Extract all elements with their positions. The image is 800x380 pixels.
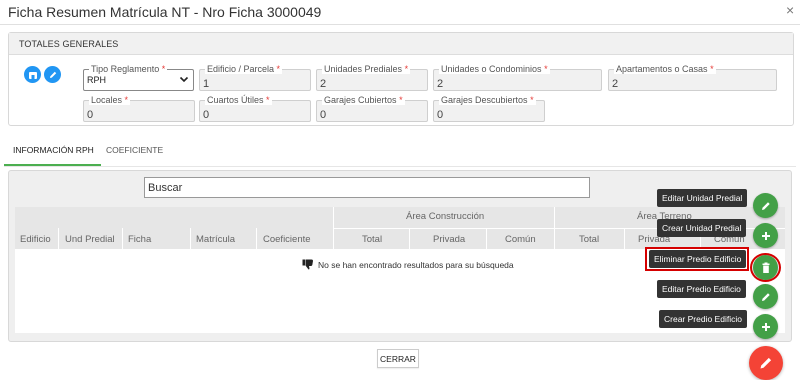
garajes-descubiertos-field[interactable]: Garajes Descubiertos * 0: [433, 95, 545, 122]
card-title: TOTALES GENERALES: [19, 39, 119, 49]
cerrar-button[interactable]: CERRAR: [377, 349, 419, 368]
col-terreno-total[interactable]: Total: [579, 234, 599, 245]
card-header: TOTALES GENERALES: [9, 33, 793, 55]
tooltip-editar-unidad: Editar Unidad Predial: [657, 189, 748, 207]
col-matricula[interactable]: Matrícula: [196, 234, 235, 245]
tooltip-highlight: [645, 247, 749, 271]
editar-unidad-predial-button[interactable]: [753, 193, 778, 218]
button-highlight: [750, 253, 781, 282]
tab-informacion-rph[interactable]: INFORMACIÓN RPH: [13, 145, 94, 155]
col-construccion-total[interactable]: Total: [362, 234, 382, 245]
search-input[interactable]: [145, 178, 589, 198]
chevron-down-icon: [179, 76, 189, 83]
home-icon: [28, 71, 37, 79]
main-actions-fab[interactable]: [749, 346, 783, 380]
tooltip-crear-unidad: Crear Unidad Predial: [657, 219, 747, 237]
title-divider: [0, 24, 800, 25]
tab-coeficiente[interactable]: COEFICIENTE: [106, 145, 163, 155]
col-und-predial[interactable]: Und Predial: [65, 234, 115, 245]
tabs-divider: [4, 166, 796, 167]
unidades-prediales-field[interactable]: Unidades Prediales * 2: [316, 64, 428, 91]
tipo-reglamento-select[interactable]: Tipo Reglamento * RPH: [83, 64, 194, 91]
pencil-icon: [761, 201, 770, 210]
crear-predio-edificio-button[interactable]: [753, 314, 778, 339]
empty-message: No se han encontrado resultados para su …: [302, 259, 514, 270]
close-icon[interactable]: ×: [786, 2, 794, 18]
col-ficha[interactable]: Ficha: [128, 234, 151, 245]
tooltip-editar-predio: Editar Predio Edificio: [657, 280, 746, 298]
garajes-cubiertos-field[interactable]: Garajes Cubiertos * 0: [316, 95, 428, 122]
home-button[interactable]: [24, 66, 41, 83]
col-edificio[interactable]: Edificio: [20, 234, 51, 245]
col-coeficiente[interactable]: Coeficiente: [263, 234, 311, 245]
pencil-icon: [760, 357, 772, 369]
plus-icon: [761, 322, 770, 331]
pencil-icon: [761, 292, 770, 301]
apartamentos-casas-field[interactable]: Apartamentos o Casas * 2: [608, 64, 777, 91]
edit-totales-button[interactable]: [44, 66, 61, 83]
tooltip-crear-predio: Crear Predio Edificio: [659, 310, 747, 328]
unidades-condominios-field[interactable]: Unidades o Condominios * 2: [433, 64, 602, 91]
group-area-construccion: Área Construcción: [406, 211, 485, 222]
locales-field[interactable]: Locales * 0: [83, 95, 195, 122]
cuartos-utiles-field[interactable]: Cuartos Útiles * 0: [199, 95, 311, 122]
dialog-title: Ficha Resumen Matrícula NT - Nro Ficha 3…: [8, 4, 322, 20]
pencil-icon: [49, 71, 56, 78]
dialog: Ficha Resumen Matrícula NT - Nro Ficha 3…: [0, 0, 800, 380]
thumbs-down-icon: [302, 259, 313, 270]
col-construccion-privada[interactable]: Privada: [433, 234, 465, 245]
search-box[interactable]: [144, 177, 590, 198]
tipo-reglamento-value: RPH: [87, 75, 107, 85]
crear-unidad-predial-button[interactable]: [753, 223, 778, 248]
edificio-parcela-field[interactable]: Edificio / Parcela * 1: [199, 64, 311, 91]
col-construccion-comun[interactable]: Común: [505, 234, 536, 245]
plus-icon: [761, 231, 770, 240]
editar-predio-edificio-button[interactable]: [753, 284, 778, 309]
